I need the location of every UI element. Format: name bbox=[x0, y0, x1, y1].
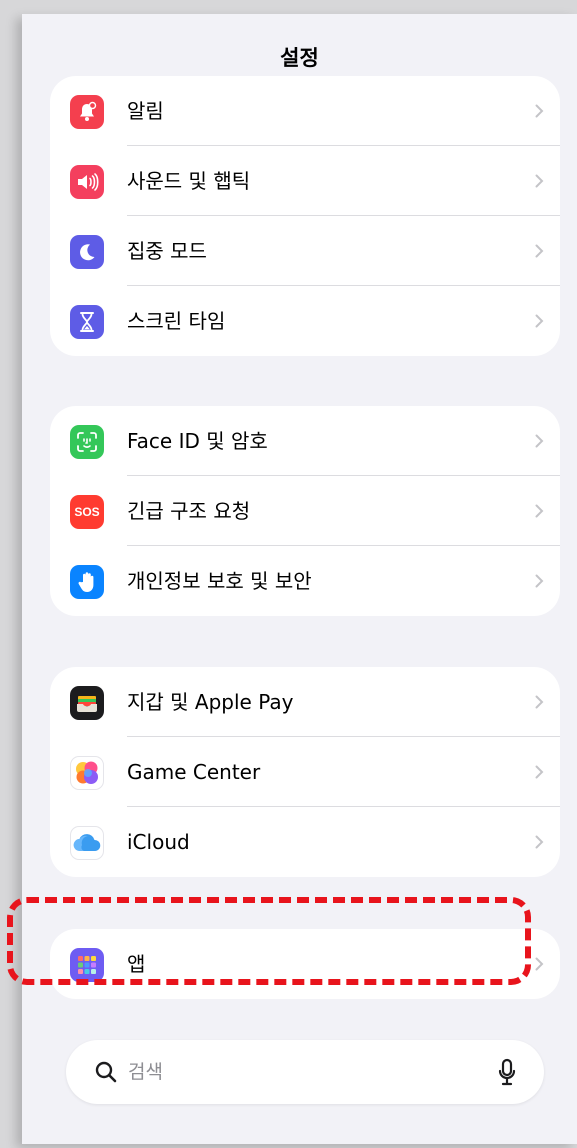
chevron-right-icon bbox=[535, 957, 544, 971]
settings-row-label: 긴급 구조 요청 bbox=[127, 499, 251, 523]
settings-row-game-center[interactable]: Game Center bbox=[50, 737, 560, 807]
sos-icon-text: SOS bbox=[74, 505, 100, 519]
settings-row-label: 스크린 타임 bbox=[127, 309, 226, 333]
chevron-right-icon bbox=[535, 695, 544, 709]
hourglass-icon bbox=[70, 305, 104, 339]
microphone-icon[interactable] bbox=[498, 1058, 516, 1086]
settings-row-focus[interactable]: 집중 모드 bbox=[50, 216, 560, 286]
search-bar[interactable]: 검색 bbox=[66, 1040, 544, 1104]
settings-row-wallet-apple-pay[interactable]: 지갑 및 Apple Pay bbox=[50, 667, 560, 737]
chevron-right-icon bbox=[535, 104, 544, 118]
settings-row-notifications[interactable]: 알림 bbox=[50, 76, 560, 146]
search-icon bbox=[95, 1061, 117, 1083]
moon-icon bbox=[70, 235, 104, 269]
settings-row-label: 지갑 및 Apple Pay bbox=[127, 690, 294, 714]
game-center-icon bbox=[70, 756, 104, 790]
hand-icon bbox=[70, 565, 104, 599]
speaker-icon bbox=[70, 165, 104, 199]
settings-row-emergency-sos[interactable]: SOS 긴급 구조 요청 bbox=[50, 476, 560, 546]
chevron-right-icon bbox=[535, 574, 544, 588]
chevron-right-icon bbox=[535, 504, 544, 518]
settings-row-label: 사운드 및 햅틱 bbox=[127, 169, 251, 193]
settings-row-label: 집중 모드 bbox=[127, 239, 207, 263]
chevron-right-icon bbox=[535, 174, 544, 188]
settings-row-label: Face ID 및 암호 bbox=[127, 429, 268, 453]
sos-icon: SOS bbox=[70, 495, 104, 529]
settings-row-label: Game Center bbox=[127, 760, 261, 784]
settings-row-label: 개인정보 보호 및 보안 bbox=[127, 569, 312, 593]
settings-row-face-id[interactable]: Face ID 및 암호 bbox=[50, 406, 560, 476]
settings-group-wallet-cloud: 지갑 및 Apple Pay Game Center iCloud bbox=[50, 667, 560, 877]
chevron-right-icon bbox=[535, 314, 544, 328]
settings-group-notifications: 알림 사운드 및 햅틱 집중 모드 스크린 타임 bbox=[50, 76, 560, 356]
device-frame: 설정 알림 사운드 및 햅틱 집중 모드 스크린 타임 Face ID 및 암호… bbox=[0, 0, 577, 1148]
settings-row-label: iCloud bbox=[127, 830, 190, 854]
chevron-right-icon bbox=[535, 434, 544, 448]
settings-row-label: 알림 bbox=[127, 99, 164, 123]
settings-row-privacy-security[interactable]: 개인정보 보호 및 보안 bbox=[50, 546, 560, 616]
chevron-right-icon bbox=[535, 244, 544, 258]
settings-row-screen-time[interactable]: 스크린 타임 bbox=[50, 286, 560, 356]
page-title: 설정 bbox=[280, 46, 319, 70]
icloud-icon bbox=[70, 826, 104, 860]
settings-row-icloud[interactable]: iCloud bbox=[50, 807, 560, 877]
settings-group-security: Face ID 및 암호 SOS 긴급 구조 요청 개인정보 보호 및 보안 bbox=[50, 406, 560, 616]
settings-row-sounds-haptics[interactable]: 사운드 및 햅틱 bbox=[50, 146, 560, 216]
wallet-icon bbox=[70, 686, 104, 720]
face-id-icon bbox=[70, 425, 104, 459]
search-placeholder: 검색 bbox=[128, 1061, 163, 1083]
chevron-right-icon bbox=[535, 835, 544, 849]
highlight-box-apps bbox=[7, 897, 531, 985]
bell-icon bbox=[70, 95, 104, 129]
chevron-right-icon bbox=[535, 765, 544, 779]
